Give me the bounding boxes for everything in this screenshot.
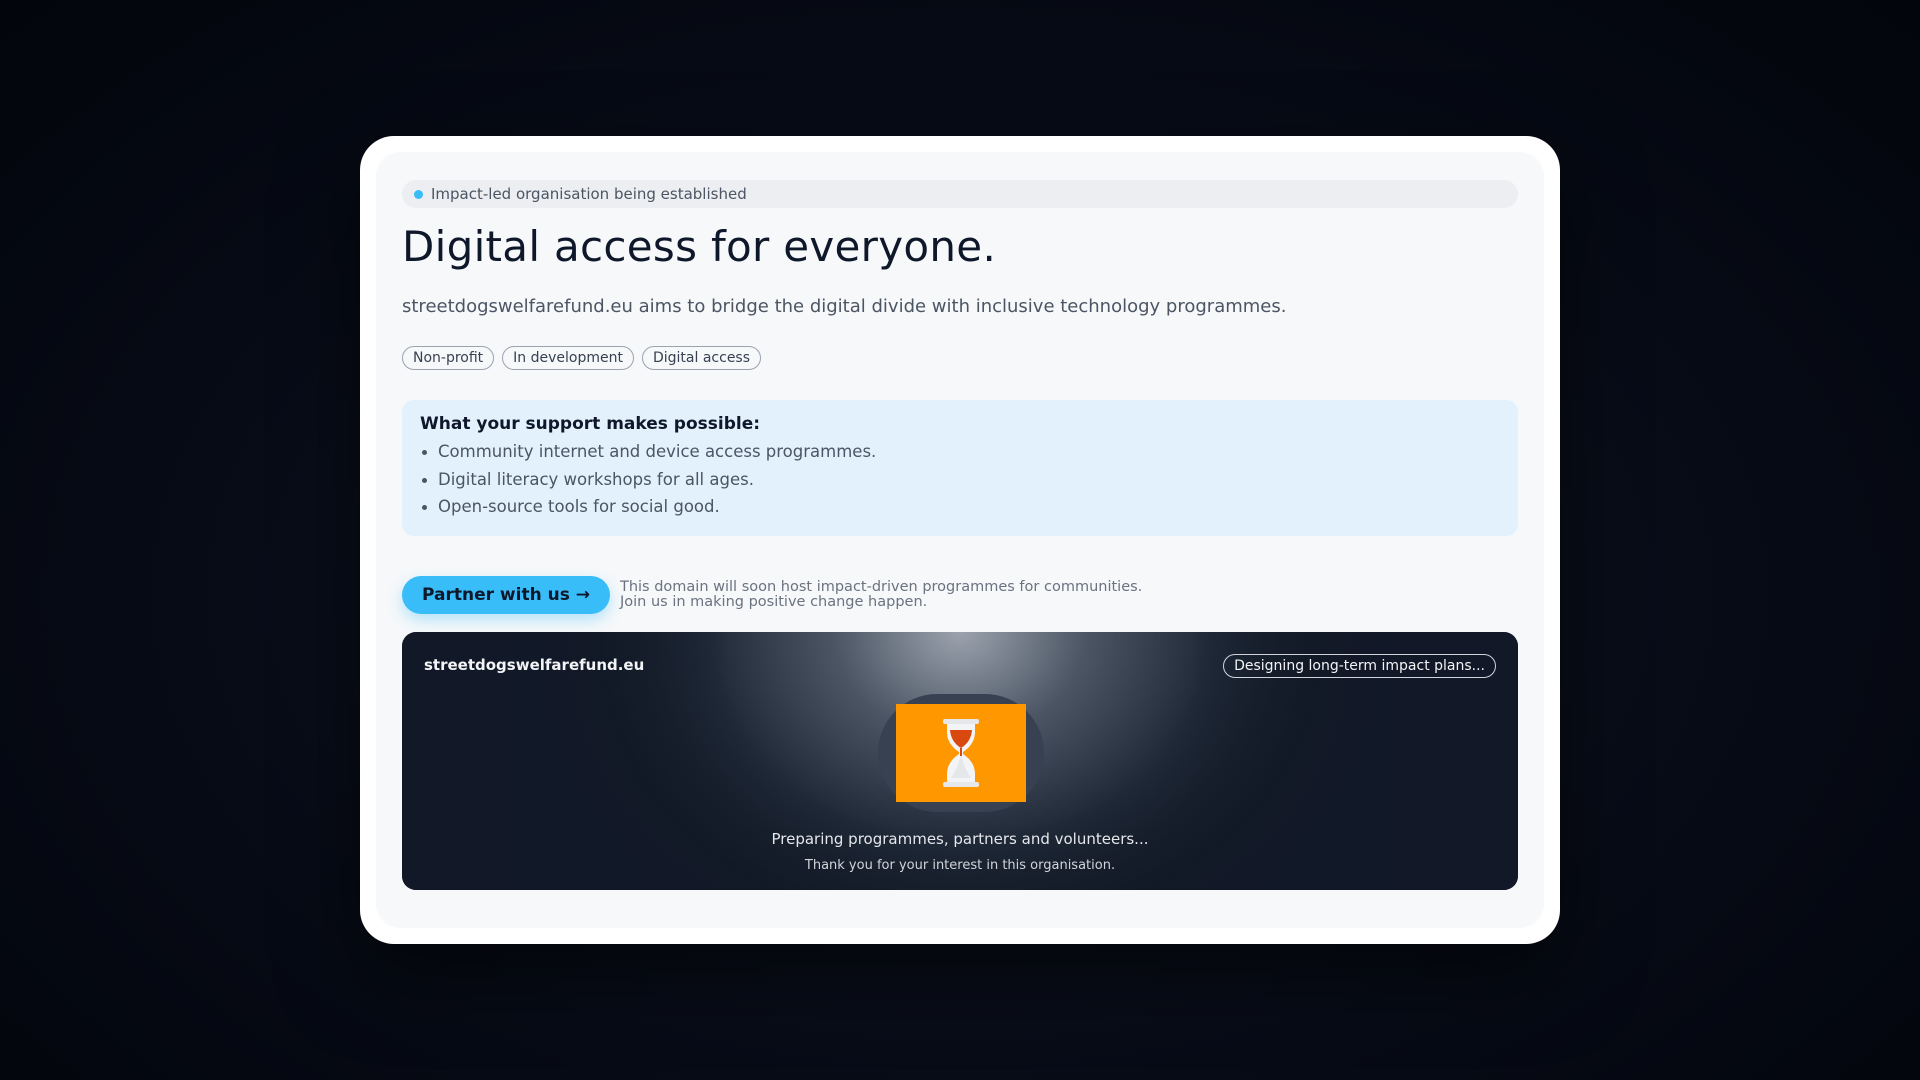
panel-status-badge: Designing long-term impact plans... bbox=[1223, 654, 1496, 678]
tag-list: Non-profit In development Digital access bbox=[402, 346, 762, 370]
panel-thanks-text: Thank you for your interest in this orga… bbox=[804, 858, 1116, 873]
status-banner: Impact-led organisation being establishe… bbox=[402, 180, 1518, 208]
support-item: Digital literacy workshops for all ages. bbox=[420, 466, 1500, 494]
support-item: Open-source tools for social good. bbox=[420, 493, 1500, 521]
cta-row: Partner with us → This domain will soon … bbox=[402, 576, 1142, 614]
tag-in-development: In development bbox=[502, 346, 634, 370]
tag-non-profit: Non-profit bbox=[402, 346, 495, 370]
page-card: Impact-led organisation being establishe… bbox=[360, 136, 1560, 944]
support-box: What your support makes possible: Commun… bbox=[402, 400, 1518, 536]
support-item: Community internet and device access pro… bbox=[420, 438, 1500, 466]
status-dot-icon bbox=[414, 189, 423, 199]
panel-domain: streetdogswelfarefund.eu bbox=[424, 656, 645, 674]
partner-button[interactable]: Partner with us → bbox=[402, 576, 610, 614]
cta-note-line: Join us in making positive change happen… bbox=[619, 594, 928, 610]
tag-digital-access: Digital access bbox=[641, 346, 762, 370]
cta-note: This domain will soon host impact-driven… bbox=[620, 580, 1142, 610]
cta-note-line: This domain will soon host impact-driven… bbox=[619, 579, 1143, 595]
content-card: Impact-led organisation being establishe… bbox=[376, 152, 1544, 928]
support-list: Community internet and device access pro… bbox=[420, 438, 1500, 521]
status-text: Impact-led organisation being establishe… bbox=[431, 185, 747, 203]
hourglass-tile bbox=[896, 704, 1026, 802]
page-title: Digital access for everyone. bbox=[402, 222, 997, 271]
preview-panel: streetdogswelfarefund.eu Designing long-… bbox=[402, 632, 1518, 890]
panel-status-text: Preparing programmes, partners and volun… bbox=[771, 830, 1149, 848]
page-subtitle: streetdogswelfarefund.eu aims to bridge … bbox=[402, 296, 1287, 317]
hourglass-backdrop bbox=[878, 694, 1044, 812]
support-heading: What your support makes possible: bbox=[420, 414, 761, 434]
hourglass-icon bbox=[943, 719, 979, 787]
